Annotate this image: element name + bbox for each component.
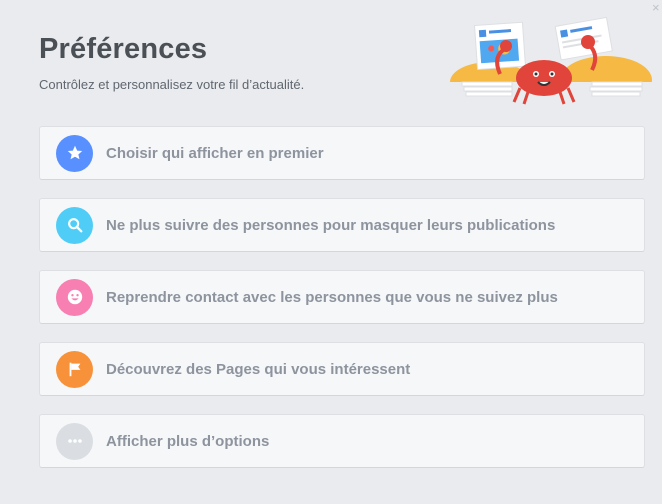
item-label: Reprendre contact avec les personnes que…	[106, 288, 558, 306]
unfollow-people-button[interactable]: Ne plus suivre des personnes pour masque…	[39, 198, 645, 252]
prioritize-who-to-see-first-button[interactable]: Choisir qui afficher en premier	[39, 126, 645, 180]
page-title: Préférences	[39, 33, 208, 65]
flag-icon	[69, 362, 80, 377]
crab-illustration	[446, 16, 652, 108]
item-label: Choisir qui afficher en premier	[106, 144, 324, 162]
reconnect-people-button[interactable]: Reprendre contact avec les personnes que…	[39, 270, 645, 324]
close-icon[interactable]: ×	[652, 2, 662, 14]
more-dots-icon-badge	[56, 422, 93, 460]
page-subtitle: Contrôlez et personnalisez votre fil d’a…	[39, 77, 305, 92]
search-icon-badge	[56, 206, 93, 244]
discover-pages-button[interactable]: Découvrez des Pages qui vous intéressent	[39, 342, 645, 396]
item-label: Ne plus suivre des personnes pour masque…	[106, 216, 556, 234]
star-icon-badge	[56, 134, 93, 172]
star-icon	[67, 145, 82, 160]
search-icon	[67, 218, 82, 233]
item-label: Afficher plus d’options	[106, 432, 270, 450]
smiley-icon-badge	[56, 278, 93, 316]
more-dots-icon	[67, 439, 82, 443]
item-label: Découvrez des Pages qui vous intéressent	[106, 360, 411, 378]
flag-icon-badge	[56, 350, 93, 388]
smiley-icon	[67, 289, 82, 305]
preferences-list: Choisir qui afficher en premier Ne plus …	[39, 126, 645, 486]
more-options-button[interactable]: Afficher plus d’options	[39, 414, 645, 468]
